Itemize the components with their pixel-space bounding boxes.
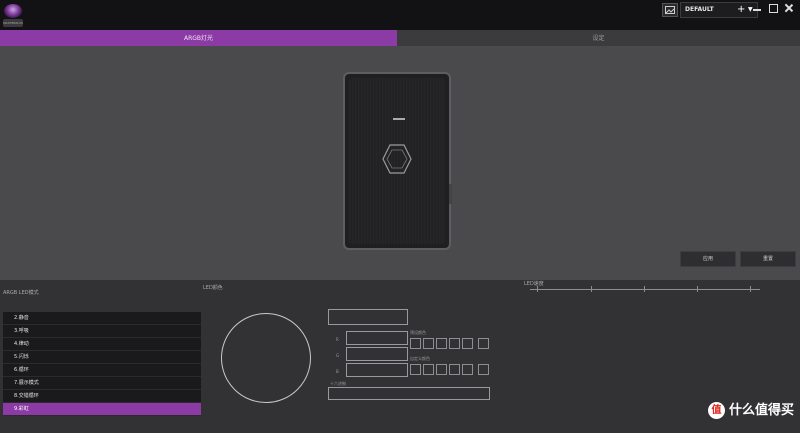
device-image (343, 72, 452, 250)
slider-tick (644, 286, 645, 292)
preset-color-swatch[interactable] (478, 338, 489, 349)
list-item[interactable]: 5.闪烁 (3, 351, 201, 364)
g-label: G (336, 353, 340, 358)
led-speed-label: LED速度 (524, 281, 544, 287)
list-item[interactable]: 4.律动 (3, 338, 201, 351)
preset-color-swatch[interactable] (436, 338, 447, 349)
list-item[interactable]: 7.展示模式 (3, 377, 201, 390)
list-item[interactable]: 3.呼吸 (3, 325, 201, 338)
case-side-port (449, 184, 452, 204)
slider-tick (537, 286, 538, 292)
watermark-text: 什么值得买 (728, 403, 794, 418)
red-input[interactable] (346, 331, 408, 345)
list-item[interactable]: 8.交错循环 (3, 390, 201, 403)
custom-color-swatch[interactable] (436, 364, 447, 375)
preset-color-swatch[interactable] (462, 338, 473, 349)
profile-image-button[interactable] (662, 3, 678, 17)
custom-color-swatch[interactable] (423, 364, 434, 375)
custom-color-label: 自定义颜色 (410, 356, 430, 361)
mode-list: 2.静音 3.呼吸 4.律动 5.闪烁 6.循环 7.展示模式 8.交错循环 9… (3, 312, 201, 416)
profile-select[interactable]: DEFAULT + ▼ (680, 2, 758, 18)
preset-color-label: 预设颜色 (410, 330, 426, 335)
b-label: B (336, 369, 339, 374)
preset-color-swatch[interactable] (449, 338, 460, 349)
minimize-button[interactable] (752, 3, 762, 13)
blue-input[interactable] (346, 363, 408, 377)
add-profile-button[interactable]: + (737, 4, 745, 16)
title-bar: MASTERPLUS DEFAULT + ▼ (0, 0, 800, 30)
hex-input[interactable] (328, 387, 490, 400)
preset-color-swatch[interactable] (410, 338, 421, 349)
maximize-button[interactable] (768, 3, 778, 13)
slider-tick (591, 286, 592, 292)
app-logo: MASTERPLUS (3, 2, 23, 28)
watermark: 值什么值得买 (707, 399, 794, 419)
custom-color-swatch[interactable] (449, 364, 460, 375)
tab-settings[interactable]: 设定 (397, 30, 800, 46)
preset-color-swatch[interactable] (423, 338, 434, 349)
color-preview-box (328, 309, 408, 325)
list-item-active[interactable]: 9.彩虹 (3, 403, 201, 416)
watermark-icon: 值 (707, 402, 725, 419)
image-icon (665, 6, 675, 14)
speed-slider[interactable] (530, 289, 760, 290)
green-input[interactable] (346, 347, 408, 361)
case-slot (393, 118, 405, 120)
reset-button[interactable]: 重置 (740, 251, 796, 267)
custom-color-swatch[interactable] (462, 364, 473, 375)
logo-disc (4, 4, 22, 18)
main-tabs: ARGB灯光 设定 (0, 30, 800, 46)
list-item[interactable]: 6.循环 (3, 364, 201, 377)
hexagon-logo-icon (382, 144, 412, 174)
r-label: R (336, 337, 339, 342)
custom-color-swatch[interactable] (478, 364, 489, 375)
custom-color-swatch[interactable] (410, 364, 421, 375)
list-item[interactable]: 2.静音 (3, 312, 201, 325)
argb-mode-label: ARGB LED模式 (3, 290, 39, 296)
close-button[interactable] (784, 3, 794, 13)
profile-name: DEFAULT (685, 6, 714, 13)
slider-tick (750, 286, 751, 292)
led-color-label: LED颜色 (203, 285, 223, 291)
apply-button[interactable]: 应用 (680, 251, 736, 267)
slider-tick (697, 286, 698, 292)
logo-plate: MASTERPLUS (3, 19, 23, 27)
tab-argb-lighting[interactable]: ARGB灯光 (0, 30, 397, 46)
color-wheel[interactable] (221, 313, 311, 403)
